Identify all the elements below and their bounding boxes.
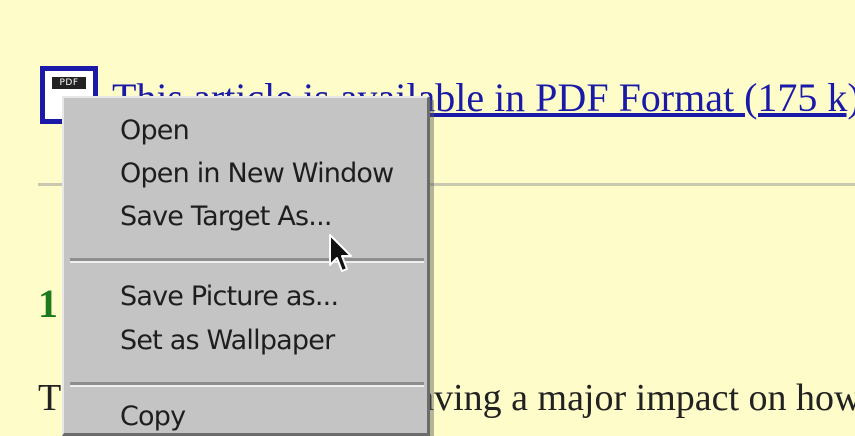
body-text-end: aving a major impact on how	[417, 377, 855, 419]
section-number: 1	[38, 281, 58, 326]
menu-item-open[interactable]: Open	[120, 112, 190, 150]
menu-item-set-as-wallpaper[interactable]: Set as Wallpaper	[120, 322, 335, 360]
menu-item-save-picture-as[interactable]: Save Picture as...	[120, 278, 339, 316]
menu-item-open-new-window[interactable]: Open in New Window	[120, 155, 394, 193]
arrow-cursor-icon	[329, 234, 352, 272]
pdf-icon-label: PDF	[52, 77, 86, 89]
body-text-start: T	[38, 377, 62, 419]
context-menu: Open Open in New Window Save Target As..…	[62, 96, 430, 436]
menu-item-save-target-as[interactable]: Save Target As...	[120, 198, 332, 236]
menu-item-copy[interactable]: Copy	[120, 398, 186, 436]
menu-separator	[70, 382, 424, 387]
menu-separator	[70, 258, 424, 263]
